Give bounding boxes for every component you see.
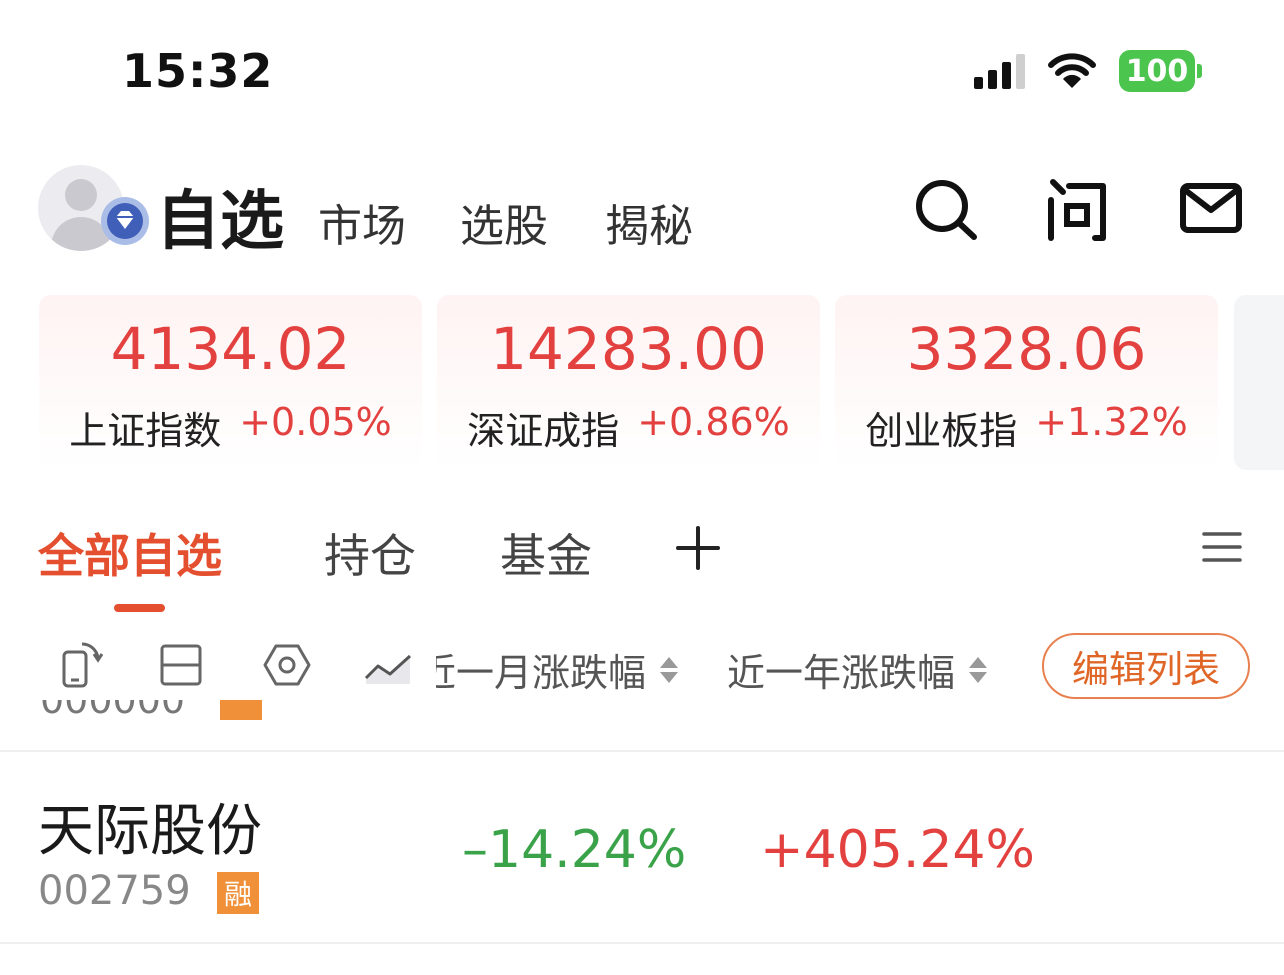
tab-market[interactable]: 市场 bbox=[318, 190, 406, 254]
year-change-value: +405.24% bbox=[760, 820, 1035, 880]
tab-stock-picker[interactable]: 选股 bbox=[460, 190, 548, 254]
battery-level: 100 bbox=[1119, 50, 1195, 92]
active-tab-indicator bbox=[114, 604, 165, 612]
menu-icon[interactable] bbox=[1202, 530, 1242, 564]
add-group-icon[interactable] bbox=[676, 526, 720, 570]
index-change: +1.32% bbox=[1035, 400, 1188, 444]
tab-reveal[interactable]: 揭秘 bbox=[605, 190, 693, 254]
wifi-icon bbox=[1048, 53, 1096, 88]
index-value: 14283.00 bbox=[490, 315, 767, 383]
index-name: 上证指数 bbox=[69, 409, 222, 453]
rotate-screen-icon[interactable] bbox=[56, 640, 106, 690]
margin-trading-badge: 融 bbox=[217, 872, 259, 914]
index-change: +0.86% bbox=[637, 400, 790, 444]
tab-holdings[interactable]: 持仓 bbox=[324, 520, 416, 586]
index-card-shanghai[interactable]: 4134.02 上证指数 +0.05% bbox=[39, 295, 422, 470]
column-year-label: 近一年涨跌幅 bbox=[727, 651, 956, 695]
index-value: 4134.02 bbox=[110, 315, 351, 383]
tab-funds[interactable]: 基金 bbox=[500, 520, 592, 586]
mail-icon[interactable] bbox=[1177, 176, 1247, 242]
sort-arrows-icon bbox=[660, 656, 679, 683]
stock-code: 002759 bbox=[38, 868, 191, 914]
cellular-signal-icon bbox=[974, 53, 1025, 89]
battery-icon: 100 bbox=[1119, 50, 1202, 92]
index-value: 3328.06 bbox=[906, 315, 1147, 383]
question-icon[interactable] bbox=[1043, 176, 1113, 242]
status-time: 15:32 bbox=[122, 44, 274, 98]
column-header-month[interactable]: 近一月涨跌幅 bbox=[436, 630, 711, 702]
edit-list-button[interactable]: 编辑列表 bbox=[1042, 633, 1250, 699]
search-icon[interactable] bbox=[910, 176, 980, 242]
stock-name: 天际股份 bbox=[38, 799, 262, 864]
layout-split-icon[interactable] bbox=[156, 640, 206, 690]
vip-diamond-badge-icon bbox=[101, 197, 149, 245]
list-item-partial: 000000 bbox=[0, 700, 1284, 722]
index-name: 深证成指 bbox=[467, 409, 620, 453]
sort-arrows-icon bbox=[969, 656, 988, 683]
divider bbox=[0, 942, 1284, 944]
index-card-shenzhen[interactable]: 14283.00 深证成指 +0.86% bbox=[437, 295, 820, 470]
settings-hexagon-icon[interactable] bbox=[262, 640, 312, 690]
status-indicators: 100 bbox=[974, 50, 1202, 92]
index-card-chinext[interactable]: 3328.06 创业板指 +1.32% bbox=[835, 295, 1218, 470]
trend-chart-icon[interactable] bbox=[364, 640, 414, 690]
index-change: +0.05% bbox=[239, 400, 392, 444]
index-card-next[interactable] bbox=[1234, 295, 1284, 470]
month-change-value: –14.24% bbox=[462, 820, 687, 880]
tab-all-watchlist[interactable]: 全部自选 bbox=[38, 520, 222, 586]
index-name: 创业板指 bbox=[865, 409, 1018, 453]
column-header-year[interactable]: 近一年涨跌幅 bbox=[727, 642, 988, 697]
column-month-label: 近一月涨跌幅 bbox=[436, 651, 647, 695]
page-title: 自选 bbox=[156, 185, 284, 259]
divider bbox=[0, 750, 1284, 752]
